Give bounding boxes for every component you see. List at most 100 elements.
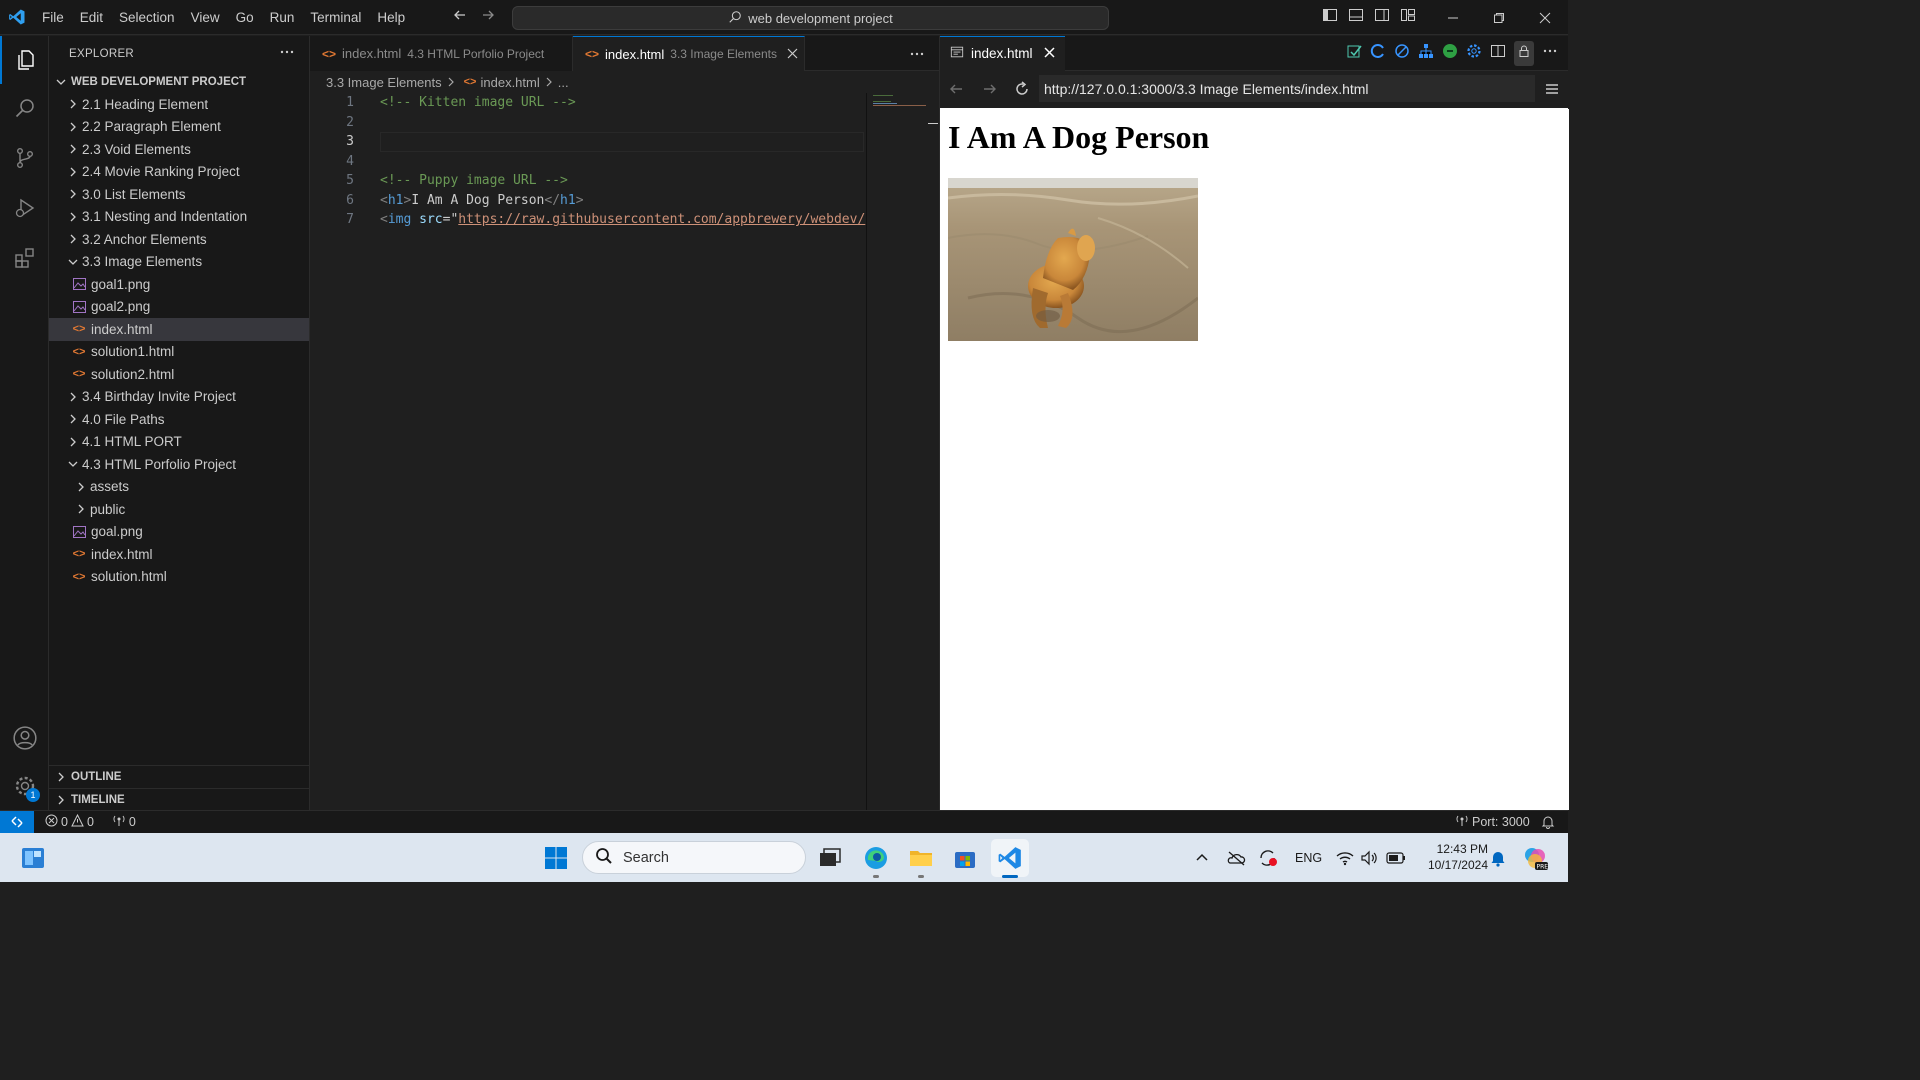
- editor-more-actions-icon[interactable]: [909, 36, 925, 71]
- problems-status[interactable]: 0 0: [40, 813, 99, 830]
- battery-icon[interactable]: [1386, 833, 1406, 882]
- run-debug-icon[interactable]: [0, 184, 49, 232]
- line-number: 6: [346, 192, 354, 208]
- tree-folder[interactable]: 3.4 Birthday Invite Project: [49, 386, 309, 409]
- tab-index-image-elements[interactable]: <> index.html 3.3 Image Elements: [573, 36, 805, 71]
- tree-folder[interactable]: 4.0 File Paths: [49, 408, 309, 431]
- tree-file[interactable]: goal2.png: [49, 296, 309, 319]
- tree-folder[interactable]: 2.2 Paragraph Element: [49, 116, 309, 139]
- block-icon[interactable]: [1394, 43, 1410, 64]
- tree-folder[interactable]: 2.4 Movie Ranking Project: [49, 161, 309, 184]
- explorer-icon[interactable]: [0, 36, 49, 84]
- microsoft-store-icon[interactable]: [946, 839, 984, 877]
- breadcrumb-file[interactable]: index.html: [480, 75, 539, 90]
- refresh-blue-icon[interactable]: [1370, 43, 1386, 64]
- restore-icon[interactable]: [1476, 0, 1522, 35]
- split-editor-icon[interactable]: [1490, 43, 1506, 64]
- start-windows-icon[interactable]: [537, 839, 575, 877]
- tree-file[interactable]: <> solution.html: [49, 566, 309, 589]
- tree-folder[interactable]: assets: [49, 476, 309, 499]
- menu-edit[interactable]: Edit: [72, 0, 111, 35]
- tree-folder[interactable]: 4.3 HTML Porfolio Project: [49, 453, 309, 476]
- sync-alert-icon[interactable]: [1258, 833, 1278, 882]
- accounts-icon[interactable]: [0, 714, 49, 762]
- menu-help[interactable]: Help: [369, 0, 413, 35]
- hierarchy-icon[interactable]: [1418, 43, 1434, 64]
- ports-status[interactable]: 0: [107, 814, 141, 830]
- preview-reload-icon[interactable]: [1014, 81, 1030, 102]
- tree-file[interactable]: <> index.html: [49, 318, 309, 341]
- tree-folder[interactable]: 3.3 Image Elements: [49, 251, 309, 274]
- vscode-taskbar-icon[interactable]: [991, 839, 1029, 878]
- more-actions-icon[interactable]: [279, 44, 295, 63]
- tree-file[interactable]: <> solution1.html: [49, 341, 309, 364]
- tree-folder[interactable]: 2.1 Heading Element: [49, 93, 309, 116]
- task-view-icon[interactable]: [811, 839, 849, 877]
- breadcrumb-folder[interactable]: 3.3 Image Elements: [326, 75, 442, 90]
- search-view-icon[interactable]: [0, 84, 49, 132]
- preview-forward-icon[interactable]: [982, 81, 998, 102]
- command-center-search[interactable]: web development project: [512, 6, 1109, 30]
- tree-file[interactable]: goal.png: [49, 521, 309, 544]
- tree-folder[interactable]: 2.3 Void Elements: [49, 138, 309, 161]
- forward-arrow-icon[interactable]: [480, 7, 496, 28]
- manage-gear-icon[interactable]: 1: [0, 762, 49, 810]
- menu-file[interactable]: File: [34, 0, 72, 35]
- editor-scrollbar[interactable]: [926, 93, 939, 810]
- preview-menu-icon[interactable]: [1544, 81, 1560, 102]
- copilot-icon[interactable]: PRE: [1522, 833, 1548, 882]
- breadcrumb-symbol[interactable]: ...: [558, 75, 569, 90]
- live-status-icon[interactable]: [1442, 43, 1458, 64]
- file-explorer-icon[interactable]: [902, 839, 940, 878]
- extensions-icon[interactable]: [0, 234, 49, 282]
- tree-folder[interactable]: public: [49, 498, 309, 521]
- input-language[interactable]: ENG: [1295, 833, 1322, 882]
- edge-browser-icon[interactable]: [857, 839, 895, 878]
- source-control-icon[interactable]: [0, 134, 49, 182]
- widgets-icon[interactable]: [14, 839, 52, 877]
- tree-file[interactable]: <> solution2.html: [49, 363, 309, 386]
- show-hidden-icons-icon[interactable]: [1194, 833, 1210, 882]
- onedrive-offline-icon[interactable]: [1226, 833, 1246, 882]
- tab-preview-index[interactable]: index.html: [940, 35, 1065, 71]
- preview-back-icon[interactable]: [948, 81, 964, 102]
- workspace-root[interactable]: WEB DEVELOPMENT PROJECT: [49, 71, 309, 93]
- toggle-secondary-sidebar-icon[interactable]: [1374, 7, 1390, 28]
- system-clock[interactable]: 12:43 PM 10/17/2024: [1416, 841, 1488, 873]
- timeline-section[interactable]: TIMELINE: [49, 788, 310, 811]
- menu-run[interactable]: Run: [262, 0, 303, 35]
- tab-index-portfolio[interactable]: <> index.html 4.3 HTML Porfolio Project: [310, 36, 573, 71]
- menu-selection[interactable]: Selection: [111, 0, 183, 35]
- minimize-icon[interactable]: [1430, 0, 1476, 35]
- live-server-port[interactable]: Port: 3000: [1450, 814, 1535, 830]
- close-tab-icon[interactable]: [787, 47, 798, 62]
- menu-go[interactable]: Go: [228, 0, 262, 35]
- menu-terminal[interactable]: Terminal: [302, 0, 369, 35]
- outline-section[interactable]: OUTLINE: [49, 765, 310, 788]
- tree-folder[interactable]: 3.0 List Elements: [49, 183, 309, 206]
- notification-bell-icon[interactable]: [1490, 833, 1506, 882]
- wifi-icon[interactable]: [1336, 833, 1354, 882]
- taskbar-search[interactable]: Search: [582, 841, 806, 874]
- edit-check-icon[interactable]: [1346, 43, 1362, 64]
- notifications-bell-icon[interactable]: [1536, 815, 1560, 829]
- tree-folder[interactable]: 3.1 Nesting and Indentation: [49, 206, 309, 229]
- settings-cog-blue-icon[interactable]: [1466, 43, 1482, 64]
- remote-indicator-icon[interactable]: [0, 811, 34, 833]
- toggle-primary-sidebar-icon[interactable]: [1322, 7, 1338, 28]
- menu-view[interactable]: View: [183, 0, 228, 35]
- minimap[interactable]: [866, 93, 927, 810]
- toggle-panel-icon[interactable]: [1348, 7, 1364, 28]
- volume-icon[interactable]: [1360, 833, 1378, 882]
- preview-url-input[interactable]: http://127.0.0.1:3000/3.3 Image Elements…: [1039, 75, 1535, 102]
- close-window-icon[interactable]: [1522, 0, 1568, 35]
- tree-file[interactable]: <> index.html: [49, 543, 309, 566]
- tree-folder[interactable]: 4.1 HTML PORT: [49, 431, 309, 454]
- customize-layout-icon[interactable]: [1400, 7, 1416, 28]
- tree-file[interactable]: goal1.png: [49, 273, 309, 296]
- close-preview-icon[interactable]: [1044, 46, 1055, 61]
- tree-folder[interactable]: 3.2 Anchor Elements: [49, 228, 309, 251]
- back-arrow-icon[interactable]: [452, 7, 468, 28]
- more-actions-icon[interactable]: [1542, 43, 1558, 64]
- lock-icon[interactable]: [1514, 41, 1534, 66]
